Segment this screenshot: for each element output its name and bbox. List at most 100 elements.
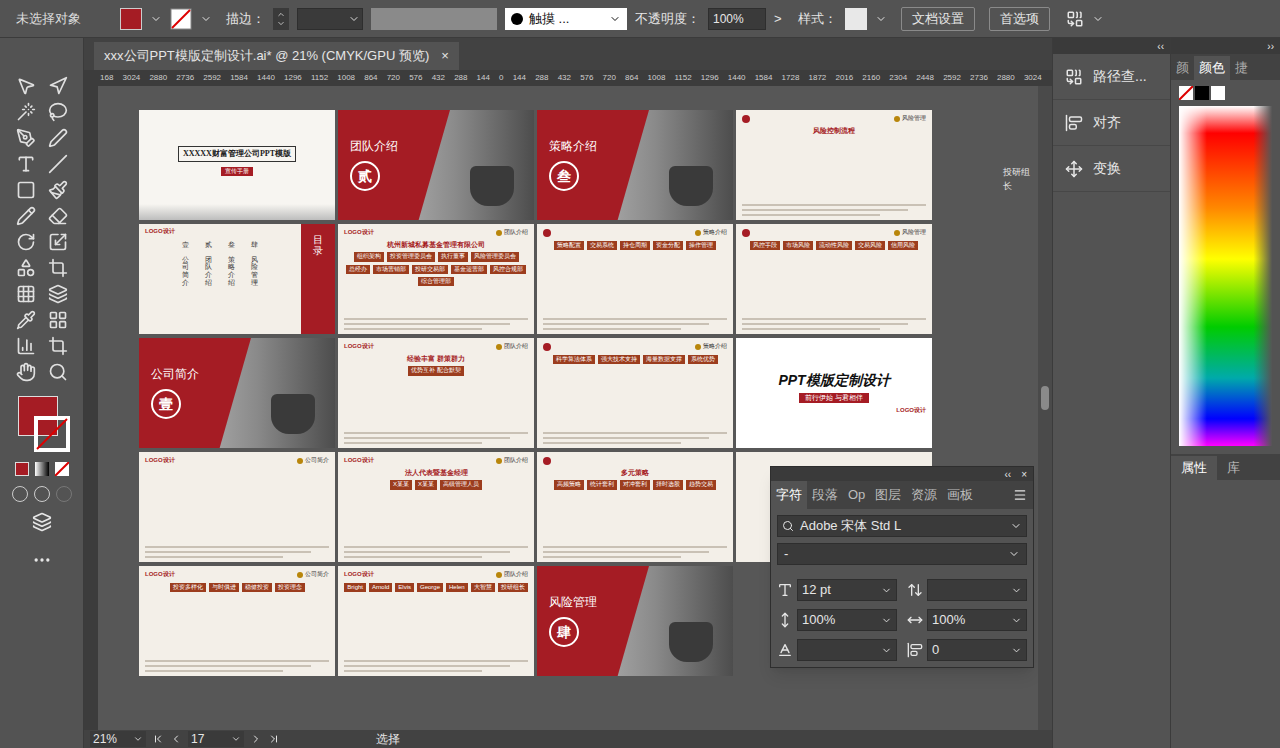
panel-button[interactable]: 对齐 (1053, 100, 1170, 146)
tool-icon[interactable] (16, 362, 36, 382)
artboard-field[interactable]: 17 (188, 731, 244, 747)
tool-icon[interactable] (16, 258, 36, 278)
dropdown[interactable] (297, 8, 363, 30)
artboard[interactable]: LOGO设计团队介绍法人代表暨基金经理X某某X某某高级管理人员 (338, 452, 534, 562)
tool-icon[interactable] (48, 336, 68, 356)
artboard[interactable]: 多元策略高频策略统计套利对冲套利择时选股趋势交易 (537, 452, 733, 562)
expand-panels-button[interactable]: ‹‹ (1157, 39, 1164, 54)
opacity-field[interactable]: 100% (708, 8, 766, 30)
tool-icon[interactable] (16, 102, 36, 122)
draw-behind-icon[interactable] (34, 486, 50, 502)
chevron-down-icon[interactable] (200, 13, 212, 25)
panel-tab[interactable]: 图层 (870, 481, 906, 509)
none-swatch-icon[interactable] (1179, 86, 1193, 100)
black-swatch[interactable] (1195, 86, 1209, 100)
variable-width-profile[interactable] (371, 8, 497, 30)
tool-icon[interactable] (16, 232, 36, 252)
collapse-button[interactable]: ‹‹ (1004, 467, 1011, 482)
font-family-field[interactable]: Adobe 宋体 Std L (777, 515, 1027, 537)
last-artboard-icon[interactable] (268, 733, 280, 745)
tool-icon[interactable] (48, 310, 68, 330)
artboard[interactable]: XXXXX财富管理公司PPT模版宣传手册 (139, 110, 335, 220)
artboard[interactable]: 策略介绍科学算法体系强大技术支持海量数据支撑系统优势 (537, 338, 733, 448)
opacity-arrow[interactable]: > (774, 9, 782, 29)
artboard[interactable]: LOGO设计壹贰叁肆公司简介团队介绍策略介绍风险管理目录 (139, 224, 335, 334)
zoom-field[interactable]: 21% (90, 731, 146, 747)
panel-tab[interactable]: 字符 (771, 481, 807, 509)
chevron-down-icon[interactable] (1092, 13, 1104, 25)
tool-icon[interactable] (16, 128, 36, 148)
color-panel-tab[interactable]: 颜色 (1194, 56, 1230, 80)
document-tab[interactable]: xxx公司PPT模版定制设计.ai* @ 21% (CMYK/GPU 预览)× (94, 42, 459, 70)
panel-button[interactable]: 变换 (1053, 146, 1170, 192)
tool-icon[interactable] (48, 362, 68, 382)
tool-icon[interactable] (48, 206, 68, 226)
fill-swatch[interactable] (120, 8, 142, 30)
arrange-icon[interactable] (1066, 10, 1084, 28)
color-panel-tab[interactable]: 捷 (1230, 56, 1253, 80)
artboard[interactable]: 风险管理风控手段市场风险流动性风险交易风险信用风险 (736, 224, 932, 334)
artboard[interactable]: 策略介绍叁 (537, 110, 733, 220)
tool-icon[interactable] (48, 154, 68, 174)
tool-icon[interactable] (48, 102, 68, 122)
screen-mode-icon[interactable] (32, 512, 52, 532)
dock-tab[interactable]: 库 (1217, 456, 1250, 480)
color-panel-tab[interactable]: 颜 (1171, 56, 1194, 80)
none-mode-icon[interactable] (55, 462, 69, 476)
panel-button[interactable]: 路径查... (1053, 54, 1170, 100)
previous-artboard-icon[interactable] (170, 733, 182, 745)
color-mode-swatch[interactable] (15, 462, 29, 476)
control-button[interactable]: 文档设置 (901, 7, 975, 31)
more-tools-icon[interactable] (32, 550, 52, 570)
style-swatch[interactable] (845, 8, 867, 30)
panel-tab[interactable]: 资源 (906, 481, 942, 509)
tool-icon[interactable] (48, 180, 68, 200)
kerning-field[interactable] (797, 639, 897, 661)
tracking-field[interactable]: 0 (927, 639, 1027, 661)
tool-icon[interactable] (16, 206, 36, 226)
tool-icon[interactable] (16, 154, 36, 174)
stroke-none-icon[interactable] (170, 8, 192, 30)
chevron-down-icon[interactable] (875, 13, 887, 25)
artboard[interactable]: LOGO设计公司简介 (139, 452, 335, 562)
tool-icon[interactable] (16, 336, 36, 356)
tool-icon[interactable] (16, 310, 36, 330)
brush-dropdown[interactable]: 触摸 ... (505, 8, 627, 30)
artboard[interactable]: 风险管理肆 (537, 566, 733, 676)
artboard[interactable]: LOGO设计团队介绍BrightArnoldElvisGeorgeHelen大智… (338, 566, 534, 676)
tool-icon[interactable] (48, 232, 68, 252)
close-tab-button[interactable]: × (441, 46, 449, 66)
panel-tab[interactable]: 段落 (807, 481, 843, 509)
panel-menu-icon[interactable] (1013, 488, 1027, 502)
artboard[interactable]: 策略介绍策略配置交易系统持仓周期资金分配操作管理 (537, 224, 733, 334)
artboard[interactable]: LOGO设计公司简介投资多样化与时俱进稳健投资投资理念 (139, 566, 335, 676)
font-size-field[interactable]: 12 pt (797, 579, 897, 601)
gradient-mode-swatch[interactable] (35, 462, 49, 476)
artboard[interactable]: 风险管理风险控制流程 (736, 110, 932, 220)
color-spectrum[interactable] (1179, 106, 1272, 446)
tool-icon[interactable] (48, 258, 68, 278)
artboard[interactable]: 公司简介壹 (139, 338, 335, 448)
tool-icon[interactable] (16, 180, 36, 200)
font-style-field[interactable]: - (777, 543, 1027, 565)
tool-icon[interactable] (48, 128, 68, 148)
artboard[interactable]: PPT模版定制设计前行伊始 与君相伴LOGO设计 (736, 338, 932, 448)
stroke-none-icon[interactable] (34, 416, 70, 452)
chevron-down-icon[interactable] (150, 13, 162, 25)
stroke-spinner[interactable] (273, 8, 289, 30)
draw-mode-icon[interactable] (12, 486, 28, 502)
vertical-scrollbar[interactable] (1038, 86, 1052, 730)
panel-tab[interactable]: 画板 (942, 481, 978, 509)
next-artboard-icon[interactable] (250, 733, 262, 745)
tool-icon[interactable] (48, 76, 68, 96)
artboard[interactable]: LOGO设计团队介绍经验丰富 群策群力优势互补 配合默契 (338, 338, 534, 448)
close-button[interactable]: × (1021, 467, 1027, 482)
panel-tab[interactable]: Op (843, 481, 870, 509)
artboard[interactable]: 团队介绍贰 (338, 110, 534, 220)
draw-inside-icon[interactable] (56, 486, 72, 502)
white-swatch[interactable] (1211, 86, 1225, 100)
first-artboard-icon[interactable] (152, 733, 164, 745)
horizontal-scale-field[interactable]: 100% (927, 609, 1027, 631)
control-button[interactable]: 首选项 (989, 7, 1050, 31)
leading-field[interactable] (927, 579, 1027, 601)
